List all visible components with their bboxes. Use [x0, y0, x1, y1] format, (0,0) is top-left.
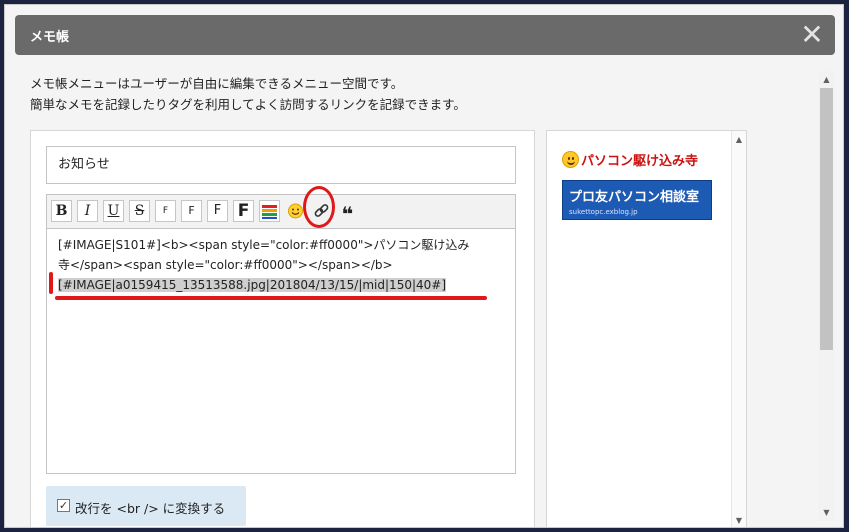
banner-title: プロ友パソコン相談室 [569, 190, 700, 205]
preview-title-text: パソコン駆け込み寺 [581, 154, 699, 169]
dialog-description: メモ帳メニューはユーザーが自由に編集できるメニュー空間です。 簡単なメモを記録し… [30, 73, 800, 115]
smiley-icon [562, 151, 579, 168]
selection-highlight-bar [49, 272, 53, 294]
font-size-xlarge-button[interactable]: F [233, 200, 254, 222]
content-line-3-selected: [#IMAGE|a0159415_13513588.jpg|201804/13/… [58, 278, 447, 292]
text-color-button[interactable] [259, 200, 280, 222]
bold-button[interactable]: B [51, 200, 72, 222]
strikethrough-button[interactable]: S [129, 200, 150, 222]
dialog-title: メモ帳 [30, 30, 70, 45]
linebreak-option[interactable]: ✓ 改行を <br /> に変換する [46, 486, 246, 526]
scroll-down-icon[interactable]: ▼ [818, 504, 835, 521]
color-palette-icon [262, 205, 277, 219]
banner-url: sukettopc.exblog.jp [569, 208, 638, 216]
preview-title: パソコン駆け込み寺 [562, 150, 698, 169]
subject-input[interactable]: お知らせ [46, 146, 516, 184]
memo-preview-panel: パソコン駆け込み寺 プロ友パソコン相談室 sukettopc.exblog.jp… [546, 130, 747, 527]
font-size-small-button[interactable]: F [155, 200, 176, 222]
description-line-2: 簡単なメモを記録したりタグを利用してよく訪問するリンクを記録できます。 [30, 97, 466, 112]
editor-toolbar: B I U S F F F F ❝ [46, 194, 516, 228]
link-button-highlight-circle [303, 186, 335, 228]
preview-scrollbar[interactable]: ▲ ▼ [731, 131, 746, 527]
content-line-2: 寺</span><span style="color:#ff0000"></sp… [58, 258, 393, 272]
font-size-medium-button[interactable]: F [181, 200, 202, 222]
preview-banner-image[interactable]: プロ友パソコン相談室 sukettopc.exblog.jp [562, 180, 712, 220]
selection-highlight-underline [55, 296, 487, 300]
scroll-up-icon[interactable]: ▲ [818, 71, 835, 88]
memo-dialog: メモ帳 ✕ メモ帳メニューはユーザーが自由に編集できるメニュー空間です。 簡単な… [4, 4, 844, 528]
memo-content-textarea[interactable]: [#IMAGE|S101#]<b><span style="color:#ff0… [46, 228, 516, 474]
content-line-1: [#IMAGE|S101#]<b><span style="color:#ff0… [58, 238, 470, 252]
dialog-scrollbar[interactable]: ▲ ▼ [818, 71, 835, 521]
preview-scroll-up-icon[interactable]: ▲ [732, 131, 746, 148]
linebreak-checkbox[interactable]: ✓ [57, 499, 70, 512]
underline-button[interactable]: U [103, 200, 124, 222]
preview-scroll-down-icon[interactable]: ▼ [732, 512, 746, 527]
font-size-large-button[interactable]: F [207, 200, 228, 222]
scroll-thumb[interactable] [820, 88, 833, 350]
italic-button[interactable]: I [77, 200, 98, 222]
dialog-titlebar: メモ帳 ✕ [15, 15, 835, 55]
description-line-1: メモ帳メニューはユーザーが自由に編集できるメニュー空間です。 [30, 76, 404, 91]
close-icon[interactable]: ✕ [797, 20, 827, 50]
memo-editor-panel: お知らせ B I U S F F F F ❝ [#IMAGE|S101#]<b>… [30, 130, 535, 527]
linebreak-label: 改行を <br /> に変換する [75, 501, 226, 516]
quote-button[interactable]: ❝ [337, 200, 358, 226]
